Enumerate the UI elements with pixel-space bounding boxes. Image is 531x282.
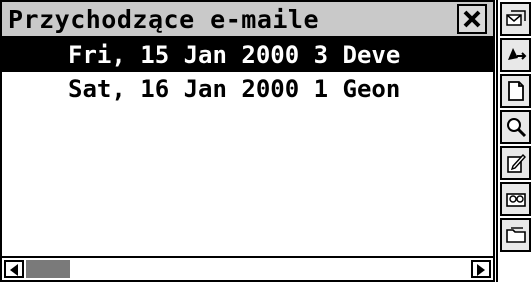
edit-button[interactable] [500, 146, 531, 180]
search-icon [507, 118, 527, 138]
email-summary: Fri, 15 Jan 2000 3 Deve [68, 41, 401, 69]
title-bar: Przychodzące e-maile [0, 0, 495, 38]
scroll-thumb[interactable] [26, 260, 70, 278]
address-book-icon [506, 193, 526, 207]
send-mail-button[interactable] [500, 38, 531, 72]
email-list-item[interactable]: Sat, 16 Jan 2000 1 Geon [2, 72, 493, 106]
close-x-icon [463, 10, 481, 28]
email-list-item[interactable]: Fri, 15 Jan 2000 3 Deve [2, 38, 493, 72]
email-list[interactable]: Fri, 15 Jan 2000 3 Deve Sat, 16 Jan 2000… [0, 38, 495, 256]
address-book-button[interactable] [500, 182, 531, 216]
folder-icon [506, 227, 526, 243]
arrow-right-icon [477, 264, 485, 276]
send-mail-icon [508, 48, 527, 60]
envelopes-button[interactable] [500, 2, 531, 36]
window-title: Przychodzące e-maile [8, 5, 320, 34]
new-document-icon [508, 81, 524, 101]
search-button[interactable] [500, 110, 531, 144]
close-button[interactable] [457, 4, 487, 34]
envelopes-icon [506, 10, 526, 26]
arrow-left-icon [10, 264, 18, 276]
scroll-right-button[interactable] [471, 260, 491, 278]
scroll-left-button[interactable] [4, 260, 24, 278]
email-summary: Sat, 16 Jan 2000 1 Geon [68, 75, 401, 103]
edit-icon [507, 153, 526, 173]
new-document-button[interactable] [500, 74, 531, 108]
side-toolbar [496, 0, 531, 282]
email-window: Przychodzące e-maile Fri, 15 Jan 2000 3 … [0, 0, 495, 282]
horizontal-scrollbar[interactable] [0, 256, 495, 282]
folder-button[interactable] [500, 218, 531, 252]
